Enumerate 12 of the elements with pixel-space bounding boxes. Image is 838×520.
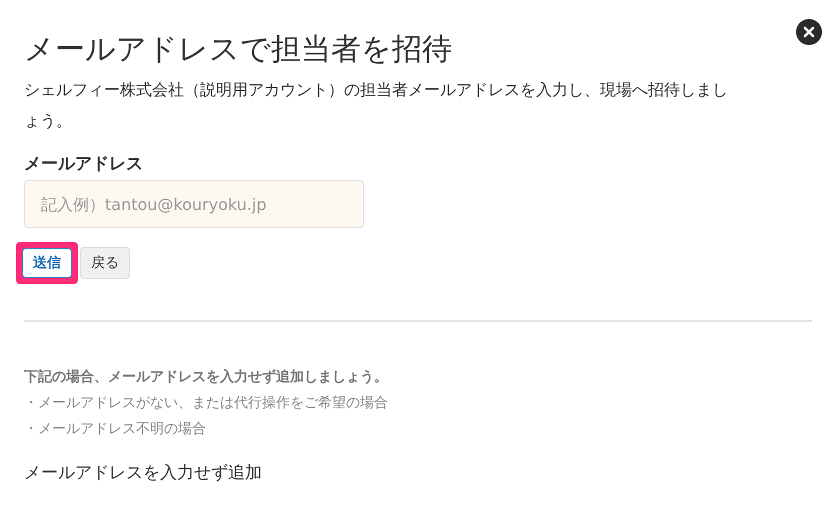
back-button[interactable]: 戻る (80, 247, 130, 279)
close-button[interactable] (796, 19, 822, 45)
email-field[interactable]: 記入例）tantou@kouryoku.jp (24, 180, 364, 228)
send-button[interactable]: 送信 (22, 248, 72, 278)
note-heading: 下記の場合、メールアドレスを入力せず追加しましょう。 (24, 368, 389, 387)
dialog-title: メールアドレスで担当者を招待 (24, 31, 452, 69)
close-icon (803, 26, 815, 38)
note-item: ・メールアドレス不明の場合 (24, 420, 207, 439)
add-without-email-link[interactable]: メールアドレスを入力せず追加 (24, 460, 262, 486)
email-label: メールアドレス (24, 153, 144, 176)
description-text: シェルフィー株式会社（説明用アカウント）の担当者メールアドレスを入力し、現場へ招待しましょう。 (24, 79, 729, 132)
note-item: ・メールアドレスがない、または代行操作をご希望の場合 (24, 394, 389, 413)
